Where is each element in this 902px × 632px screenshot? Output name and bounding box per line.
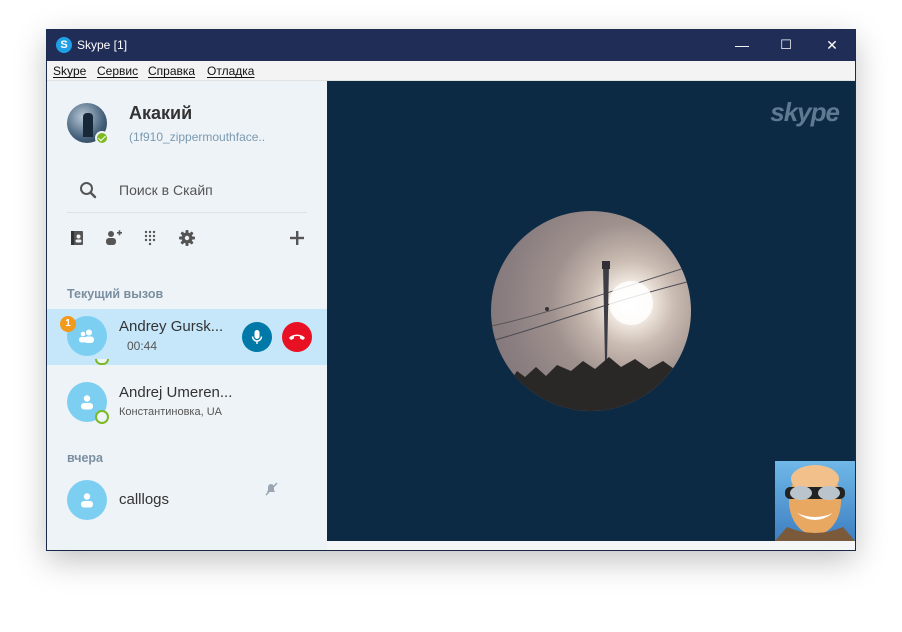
maximize-button[interactable]: ☐ bbox=[763, 30, 809, 61]
menu-help[interactable]: Справка bbox=[148, 64, 195, 78]
current-call-header: Текущий вызов bbox=[67, 287, 164, 301]
search-box[interactable]: Поиск в Скайп bbox=[67, 169, 307, 213]
status-ring-icon bbox=[95, 410, 109, 424]
call-duration: 00:44 bbox=[127, 339, 158, 353]
settings-gear-icon[interactable] bbox=[177, 228, 197, 248]
online-status-icon bbox=[95, 131, 109, 145]
sidebar: Акакий (1f910_zippermouthface.. Поиск в … bbox=[47, 81, 327, 550]
call-contact-name: Andrey Gursk... bbox=[119, 318, 224, 335]
menu-skype[interactable]: Skype bbox=[53, 64, 86, 78]
call-count-badge: 1 bbox=[60, 316, 76, 332]
contact-name[interactable]: calllogs bbox=[119, 491, 169, 508]
profile-name[interactable]: Акакий bbox=[129, 103, 192, 124]
add-contact-icon[interactable] bbox=[103, 228, 123, 248]
hang-up-phone-icon bbox=[289, 334, 305, 340]
window-title: Skype [1] bbox=[77, 38, 128, 52]
close-button[interactable]: ✕ bbox=[809, 30, 855, 61]
search-icon bbox=[80, 182, 97, 199]
group-icon bbox=[79, 329, 94, 343]
yesterday-header: вчера bbox=[67, 451, 104, 465]
menu-debug[interactable]: Отладка bbox=[207, 64, 254, 78]
minimize-button[interactable]: — bbox=[719, 30, 765, 61]
menu-bar: Skype Сервис Справка Отладка bbox=[47, 61, 855, 81]
video-bottom-bar bbox=[327, 541, 855, 550]
title-bar: S Skype [1] — ☐ ✕ bbox=[47, 30, 855, 61]
mute-microphone-button[interactable] bbox=[242, 322, 272, 352]
dialpad-icon[interactable] bbox=[140, 228, 160, 248]
contact-avatar-calllogs[interactable] bbox=[67, 480, 107, 520]
menu-service[interactable]: Сервис bbox=[97, 64, 138, 78]
current-call-row[interactable]: Andrey Gursk... 00:44 bbox=[47, 309, 327, 365]
person-icon bbox=[81, 395, 93, 410]
hang-up-button[interactable] bbox=[282, 322, 312, 352]
skype-logo-icon: S bbox=[56, 37, 72, 53]
add-plus-icon[interactable] bbox=[287, 228, 307, 248]
microphone-icon bbox=[251, 330, 263, 344]
self-video-preview[interactable] bbox=[775, 461, 855, 541]
person-icon bbox=[81, 493, 93, 508]
skype-watermark: skype bbox=[770, 97, 840, 127]
skype-window: S Skype [1] — ☐ ✕ Skype Сервис Справка О… bbox=[47, 30, 855, 550]
search-placeholder: Поиск в Скайп bbox=[119, 182, 213, 198]
contact-name[interactable]: Andrej Umeren... bbox=[119, 384, 232, 401]
self-avatar-image bbox=[775, 465, 855, 541]
profile-mood[interactable]: (1f910_zippermouthface.. bbox=[129, 130, 265, 144]
contact-location: Константиновка, UA bbox=[119, 406, 222, 418]
muted-notification-icon bbox=[265, 482, 278, 496]
remote-video-scene bbox=[491, 261, 691, 411]
remote-video-feed bbox=[491, 211, 691, 411]
contacts-book-icon[interactable] bbox=[67, 228, 87, 248]
